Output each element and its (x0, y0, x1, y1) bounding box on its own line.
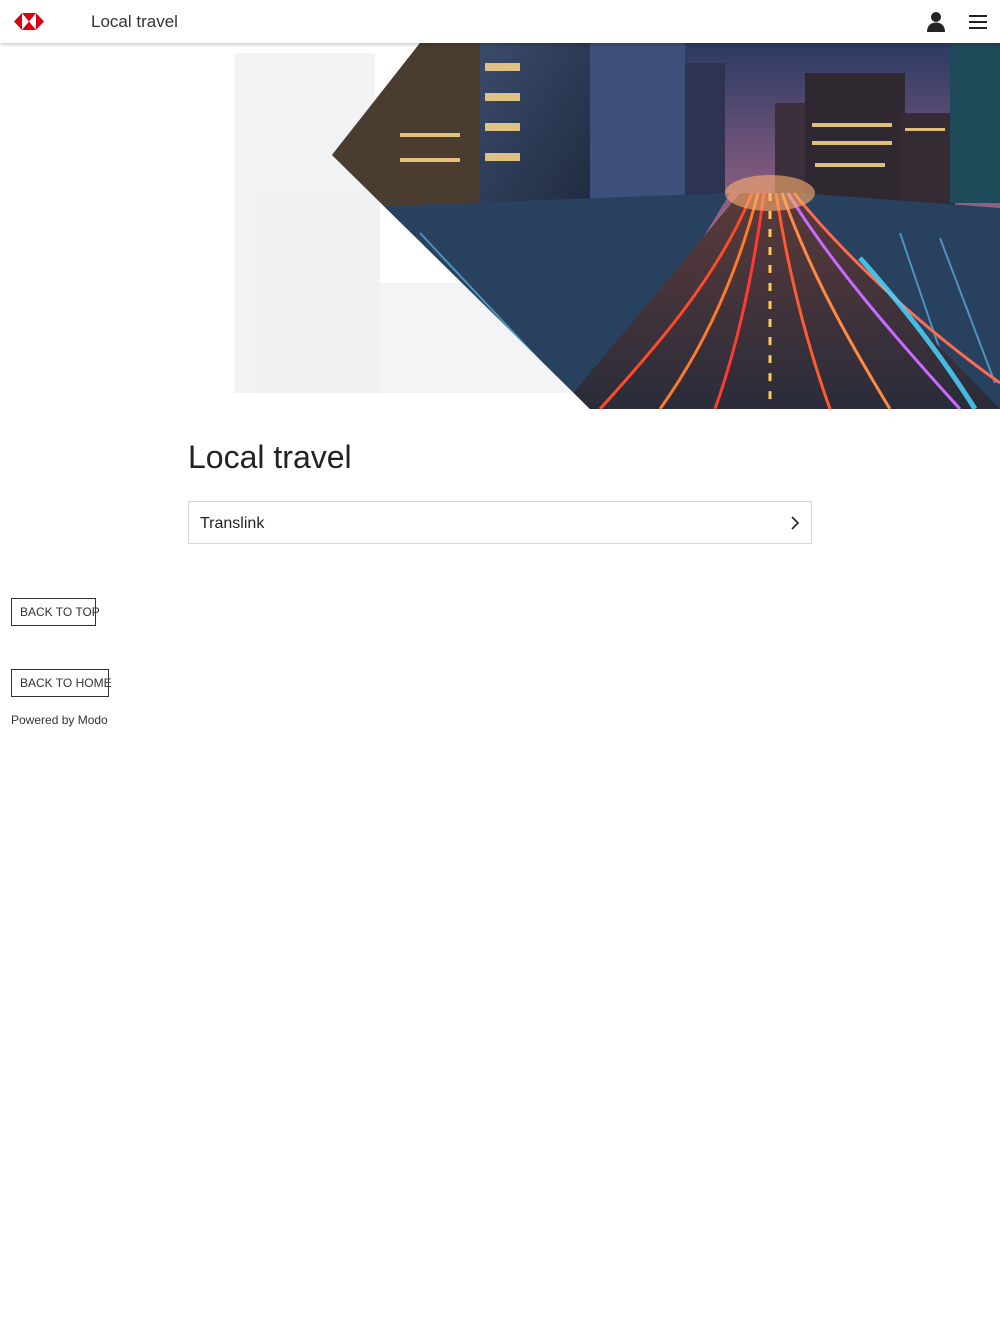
back-to-top-button[interactable]: Back to top (11, 598, 100, 626)
hamburger-menu-icon[interactable] (966, 11, 990, 33)
header-title: Local travel (91, 12, 178, 31)
city-highway-light-trails-photo (0, 43, 1000, 409)
top-app-bar: Local travel (0, 0, 1000, 43)
powered-by-text: Powered by Modo (11, 713, 108, 727)
back-to-home-button[interactable]: Back to home (11, 669, 112, 697)
user-icon[interactable] (924, 10, 948, 34)
chevron-right-icon (789, 515, 801, 531)
list-item-label: Translink (200, 515, 265, 532)
hero-banner (0, 43, 1000, 409)
list-item-translink[interactable]: Translink (188, 501, 812, 544)
hsbc-logo-icon[interactable] (14, 13, 44, 30)
page-title: Local travel (188, 439, 352, 475)
